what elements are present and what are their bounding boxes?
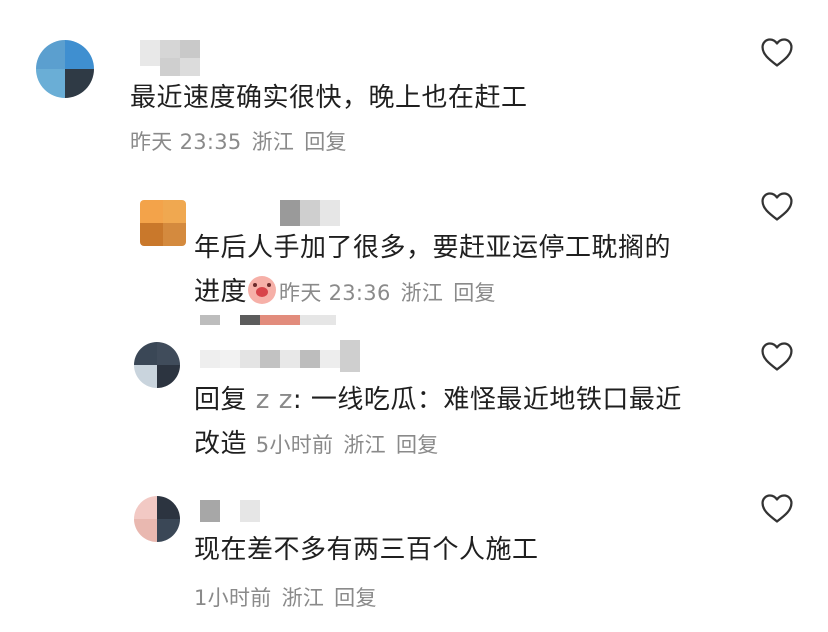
heart-outline-icon[interactable] bbox=[760, 36, 794, 68]
reply-button[interactable]: 回复 bbox=[304, 130, 347, 154]
comment-location: 浙江 bbox=[251, 130, 295, 154]
reply-button[interactable]: 回复 bbox=[334, 586, 377, 610]
comment-text-line2: 改造 5小时前 浙江 回复 bbox=[194, 422, 449, 467]
comment-text-rest: : 一线吃瓜：难怪最近地铁口最近 bbox=[292, 385, 682, 415]
blurred-separator bbox=[200, 315, 336, 325]
comment-time: 昨天 23:36 bbox=[279, 281, 391, 305]
heart-outline-icon[interactable] bbox=[760, 492, 794, 524]
comment-1: 最近速度确实很快，晚上也在赶工 昨天 23:35 浙江 回复 bbox=[0, 0, 828, 170]
comment-meta: 昨天 23:35 浙江 回复 bbox=[130, 120, 357, 164]
avatar[interactable] bbox=[140, 200, 186, 246]
reply-prefix: 回复 bbox=[194, 385, 248, 415]
comment-meta: 1小时前 浙江 回复 bbox=[194, 576, 387, 620]
avatar[interactable] bbox=[134, 496, 180, 542]
username-blurred[interactable] bbox=[200, 350, 340, 368]
comment-location: 浙江 bbox=[400, 281, 444, 305]
username-blurred-lower bbox=[160, 58, 200, 76]
comment-time: 昨天 23:35 bbox=[130, 130, 242, 154]
comment-text-line1: 年后人手加了很多，要赶亚运停工耽搁的 bbox=[194, 233, 672, 263]
mention-username[interactable]: z z bbox=[256, 385, 293, 415]
heart-outline-icon[interactable] bbox=[760, 190, 794, 222]
reply-button[interactable]: 回复 bbox=[396, 433, 439, 457]
avatar[interactable] bbox=[36, 40, 94, 98]
heart-outline-icon[interactable] bbox=[760, 340, 794, 372]
reply-button[interactable]: 回复 bbox=[453, 281, 496, 305]
comment-2: 年后人手加了很多，要赶亚运停工耽搁的 进度 昨天 23:36 浙江 回复 bbox=[0, 170, 828, 330]
comment-location: 浙江 bbox=[343, 433, 386, 457]
comment-text-line1: 回复 z z: 一线吃瓜：难怪最近地铁口最近 bbox=[194, 378, 682, 422]
username-blurred-extra bbox=[340, 340, 360, 372]
comment-4: 现在差不多有两三百个人施工 1小时前 浙江 回复 bbox=[0, 480, 828, 632]
comment-3: 回复 z z: 一线吃瓜：难怪最近地铁口最近 改造 5小时前 浙江 回复 bbox=[0, 330, 828, 480]
comment-text: 最近速度确实很快，晚上也在赶工 bbox=[130, 83, 528, 113]
username-blurred[interactable] bbox=[200, 500, 260, 522]
comment-time: 5小时前 bbox=[255, 433, 334, 457]
comment-text-line2-text: 改造 bbox=[194, 429, 248, 459]
comment-location: 浙江 bbox=[281, 586, 325, 610]
comment-text: 现在差不多有两三百个人施工 bbox=[194, 535, 539, 565]
comment-text-line2-text: 进度 bbox=[194, 277, 248, 307]
username-blurred[interactable] bbox=[280, 200, 340, 226]
comment-text-line2: 进度 昨天 23:36 浙江 回复 bbox=[194, 270, 506, 315]
avatar[interactable] bbox=[134, 342, 180, 388]
comment-time: 1小时前 bbox=[194, 586, 272, 610]
scared-face-emoji-icon bbox=[248, 276, 277, 304]
